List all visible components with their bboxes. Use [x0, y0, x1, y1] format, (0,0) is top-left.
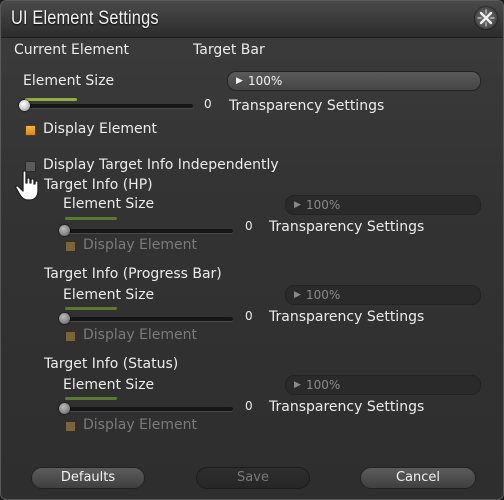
section-transparency-value: 100%: [306, 378, 341, 392]
transparency-dropdown[interactable]: ▶ 100%: [227, 71, 481, 91]
slider-track: [63, 407, 233, 411]
slider-handle[interactable]: [19, 100, 30, 111]
slider-handle[interactable]: [59, 313, 70, 324]
play-arrow-icon: ▶: [294, 200, 301, 210]
slider-handle[interactable]: [59, 225, 70, 236]
section-transparency-dropdown[interactable]: ▶ 100%: [285, 285, 481, 305]
transparency-label: Transparency Settings: [229, 98, 385, 114]
section-transparency-value: 100%: [306, 288, 341, 302]
section-transparency-value: 100%: [306, 198, 341, 212]
target-bar-label: Target Bar: [193, 42, 265, 58]
slider-track: [63, 317, 233, 321]
current-element-label: Current Element: [14, 42, 129, 58]
section-transparency-label: Transparency Settings: [269, 399, 425, 415]
slider-track: [23, 104, 193, 108]
close-icon[interactable]: [475, 7, 497, 29]
play-arrow-icon: ▶: [294, 290, 301, 300]
element-size-label: Element Size: [23, 73, 115, 89]
section-transparency-dropdown[interactable]: ▶ 100%: [285, 375, 481, 395]
title-bar[interactable]: UI Element Settings: [1, 1, 503, 38]
window-title: UI Element Settings: [11, 8, 159, 29]
display-element-checkbox[interactable]: [25, 125, 36, 136]
slider-accent: [65, 307, 117, 310]
section-title: Target Info (Progress Bar): [44, 266, 222, 282]
slider-accent: [65, 397, 117, 400]
display-independently-label: Display Target Info Independently: [43, 157, 279, 173]
section-size-value: 0: [245, 309, 253, 323]
section-transparency-label: Transparency Settings: [269, 219, 425, 235]
play-arrow-icon: ▶: [294, 380, 301, 390]
section-size-label: Element Size: [63, 196, 155, 212]
settings-window: UI Element Settings Current Element Targ…: [0, 0, 504, 500]
section-display-checkbox[interactable]: [65, 241, 76, 252]
section-display-label: Display Element: [83, 237, 198, 253]
play-arrow-icon: ▶: [236, 76, 243, 86]
section-size-label: Element Size: [63, 287, 155, 303]
slider-accent: [65, 217, 117, 220]
section-display-checkbox[interactable]: [65, 331, 76, 342]
cancel-button[interactable]: Cancel: [360, 467, 476, 489]
save-button[interactable]: Save: [196, 467, 310, 489]
section-transparency-dropdown[interactable]: ▶ 100%: [285, 195, 481, 215]
element-size-value: 0: [204, 97, 212, 111]
slider-accent: [25, 98, 77, 101]
slider-handle[interactable]: [59, 403, 70, 414]
section-size-value: 0: [245, 219, 253, 233]
section-transparency-label: Transparency Settings: [269, 309, 425, 325]
section-display-checkbox[interactable]: [65, 421, 76, 432]
section-size-label: Element Size: [63, 377, 155, 393]
display-element-label: Display Element: [43, 121, 158, 137]
section-title: Target Info (HP): [44, 177, 153, 193]
transparency-value: 100%: [248, 74, 283, 88]
section-display-label: Display Element: [83, 327, 198, 343]
section-display-label: Display Element: [83, 417, 198, 433]
hand-cursor-icon: [15, 170, 39, 201]
section-title: Target Info (Status): [44, 356, 179, 372]
defaults-button[interactable]: Defaults: [31, 467, 145, 489]
section-size-value: 0: [245, 399, 253, 413]
slider-track: [63, 229, 233, 233]
